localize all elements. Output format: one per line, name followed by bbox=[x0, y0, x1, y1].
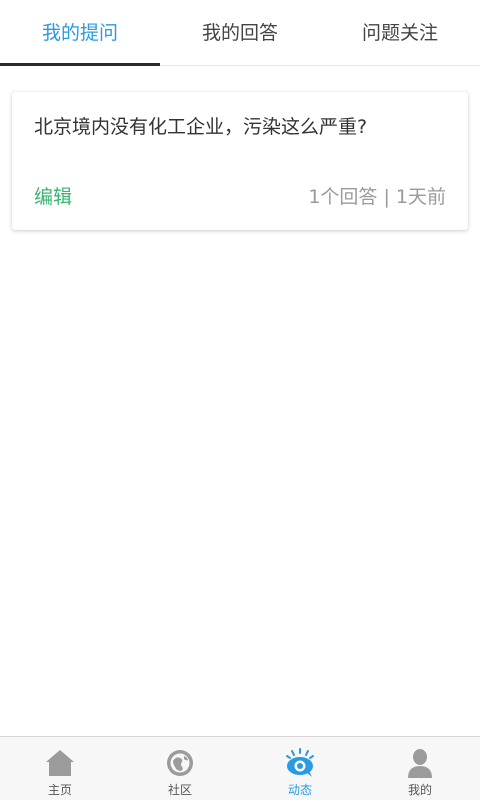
nav-item-community[interactable]: 社区 bbox=[120, 737, 240, 800]
tab-label: 我的回答 bbox=[201, 22, 278, 44]
question-card[interactable]: 北京境内没有化工企业，污染这么严重? 编辑 1个回答 | 1天前 bbox=[12, 92, 468, 230]
nav-label: 动态 bbox=[287, 783, 312, 797]
nav-item-home[interactable]: 主页 bbox=[0, 737, 120, 800]
top-tab-bar: 我的提问 我的回答 问题关注 bbox=[0, 0, 480, 66]
tab-label: 问题关注 bbox=[361, 22, 438, 44]
tab-my-questions[interactable]: 我的提问 bbox=[0, 0, 160, 66]
nav-item-profile[interactable]: 我的 bbox=[360, 737, 480, 800]
community-icon bbox=[167, 750, 193, 776]
home-icon bbox=[46, 750, 74, 776]
profile-icon bbox=[408, 749, 432, 778]
nav-label: 社区 bbox=[167, 783, 192, 797]
activity-icon bbox=[286, 748, 314, 777]
tab-followed-questions[interactable]: 问题关注 bbox=[320, 0, 480, 65]
nav-item-activity[interactable]: 动态 bbox=[240, 737, 360, 800]
bottom-nav: 主页 社区 动态 我的 bbox=[0, 736, 480, 800]
app-root: 我的提问 我的回答 问题关注 北京境内没有化工企业，污染这么严重? 编辑 1个回… bbox=[0, 0, 480, 800]
edit-button[interactable]: 编辑 bbox=[34, 182, 72, 209]
nav-label: 主页 bbox=[47, 783, 72, 797]
tab-label: 我的提问 bbox=[41, 22, 118, 44]
tab-my-answers[interactable]: 我的回答 bbox=[160, 0, 320, 65]
question-title[interactable]: 北京境内没有化工企业，污染这么严重? bbox=[34, 112, 367, 139]
question-meta: 1个回答 | 1天前 bbox=[308, 186, 446, 208]
nav-label: 我的 bbox=[407, 783, 432, 797]
active-tab-indicator bbox=[0, 63, 160, 66]
